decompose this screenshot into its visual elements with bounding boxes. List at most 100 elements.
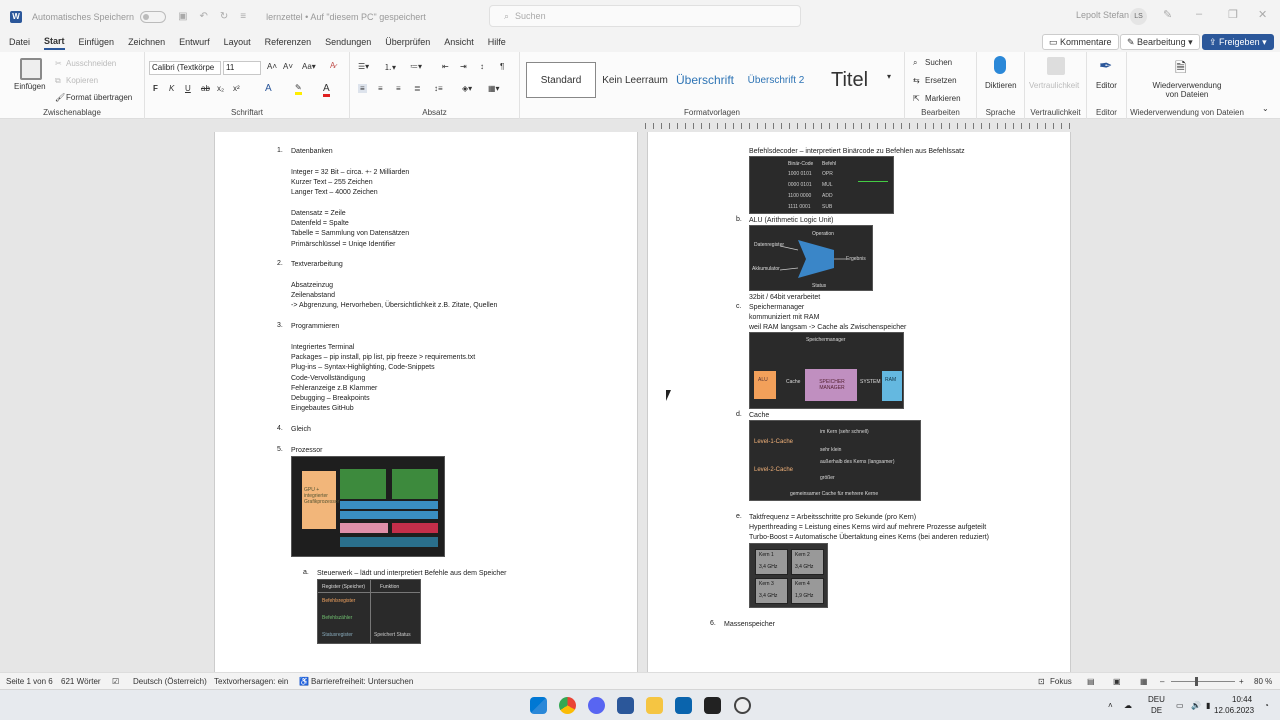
text-effects-icon[interactable]: A <box>265 83 272 94</box>
pen-icon[interactable]: ✎ <box>1163 8 1172 21</box>
style-no-spacing[interactable]: Kein Leerraum <box>600 62 670 98</box>
share-button[interactable]: ⇪ Freigeben ▾ <box>1202 34 1274 50</box>
microphone-icon[interactable] <box>994 56 1006 74</box>
monitor-icon[interactable]: ▭ <box>1176 701 1184 710</box>
avatar[interactable]: LS <box>1130 8 1147 25</box>
steuerwerk-image[interactable]: Register (Speicher) Funktion Befehlsregi… <box>317 579 421 644</box>
chrome-icon[interactable] <box>559 697 576 714</box>
language-code[interactable]: DEU <box>1148 695 1165 704</box>
bold-icon[interactable]: F <box>153 84 158 93</box>
zoom-level[interactable]: 80 % <box>1254 677 1272 686</box>
align-right-icon[interactable]: ≡ <box>396 84 401 93</box>
proofing-icon[interactable]: ☑ <box>112 677 119 686</box>
close-icon[interactable]: ✕ <box>1258 8 1267 21</box>
dictate-button[interactable]: Diktieren <box>985 81 1017 90</box>
superscript-icon[interactable]: x² <box>233 84 240 93</box>
copy-button[interactable]: Kopieren <box>66 76 98 85</box>
sensitivity-button[interactable]: Vertraulichkeit <box>1029 81 1079 90</box>
redo-icon[interactable]: ↻ <box>220 11 228 22</box>
save-icon[interactable]: ▣ <box>178 11 187 22</box>
font-size-select[interactable]: 11 <box>223 61 261 75</box>
cache-image[interactable]: Level-1-Cache Level-2-Cache im Kern (seh… <box>749 420 921 501</box>
reuse-files-button[interactable]: Wiederverwendung von Dateien <box>1149 81 1225 99</box>
clock-date[interactable]: 12.06.2023 <box>1214 706 1254 715</box>
highlight-icon[interactable]: ✎ <box>295 83 302 95</box>
shading-icon[interactable]: ◈▾ <box>462 84 472 93</box>
discord-icon[interactable] <box>588 697 605 714</box>
processor-image[interactable]: GPU + integrierter Grafikprozessor <box>291 456 445 557</box>
search-box[interactable]: ⌕ Suchen <box>489 5 801 27</box>
decrease-indent-icon[interactable]: ⇤ <box>442 62 449 71</box>
pilcrow-icon[interactable]: ¶ <box>500 62 504 71</box>
align-left-icon[interactable]: ≡ <box>358 84 367 93</box>
autosave-toggle[interactable] <box>140 10 167 23</box>
document-title[interactable]: lernzettel • Auf "diesem PC" gespeichert <box>266 12 426 22</box>
multilevel-list-icon[interactable]: ≔▾ <box>410 62 422 71</box>
font-color-icon[interactable]: A <box>323 83 330 97</box>
focus-icon[interactable]: ⊡ <box>1038 677 1045 686</box>
paste-icon[interactable] <box>20 58 42 80</box>
terminal-icon[interactable] <box>704 697 721 714</box>
style-standard[interactable]: Standard <box>526 62 596 98</box>
format-painter-icon[interactable]: 🖌 <box>55 93 65 102</box>
volume-icon[interactable]: 🔊 <box>1191 701 1201 710</box>
tab-hilfe[interactable]: Hilfe <box>488 37 506 49</box>
web-layout-icon[interactable]: ▦ <box>1140 677 1148 686</box>
memory-manager-image[interactable]: Speichermanager ALU Cache SPEICHER MANAG… <box>749 332 904 409</box>
customize-qat-icon[interactable]: ≡ <box>240 11 246 22</box>
user-name[interactable]: Lepolt Stefan <box>1076 10 1129 20</box>
copy-icon[interactable]: ⧉ <box>55 76 61 86</box>
format-painter-button[interactable]: Format übertragen <box>66 93 132 102</box>
comments-button[interactable]: ▭ Kommentare <box>1042 34 1119 50</box>
tab-ansicht[interactable]: Ansicht <box>444 37 474 49</box>
change-case-icon[interactable]: Aa▾ <box>302 62 316 71</box>
style-heading-1[interactable]: Überschrift <box>670 62 740 98</box>
word-taskbar-icon[interactable] <box>617 697 634 714</box>
github-icon[interactable] <box>734 697 751 714</box>
line-spacing-icon[interactable]: ↕≡ <box>434 84 443 93</box>
zoom-slider-thumb[interactable] <box>1195 677 1198 686</box>
cores-image[interactable]: Kern 1 3,4 GHz Kern 2 3,4 GHz Kern 3 3,4… <box>749 543 828 608</box>
font-name-select[interactable]: Calibri (Textkörpe <box>149 61 221 75</box>
document-page-left[interactable]: 1. Datenbanken Integer = 32 Bit – circa.… <box>214 132 638 672</box>
cut-button[interactable]: Ausschneiden <box>66 59 116 68</box>
page-count[interactable]: Seite 1 von 6 <box>6 677 53 686</box>
text-predictions[interactable]: Textvorhersagen: ein <box>214 677 288 686</box>
underline-icon[interactable]: U <box>185 84 191 93</box>
clock-time[interactable]: 10:44 <box>1232 695 1252 704</box>
bullets-icon[interactable]: ☰▾ <box>358 62 369 71</box>
undo-icon[interactable]: ↶ <box>200 11 208 22</box>
grow-font-icon[interactable]: A˄ <box>267 62 277 71</box>
increase-indent-icon[interactable]: ⇥ <box>460 62 467 71</box>
outlook-icon[interactable] <box>675 697 692 714</box>
find-button[interactable]: Suchen <box>925 58 952 67</box>
keyboard-layout[interactable]: DE <box>1151 706 1162 715</box>
read-mode-icon[interactable]: ▤ <box>1087 677 1095 686</box>
document-page-right[interactable]: Befehlsdecoder – interpretiert Binärcode… <box>647 132 1071 672</box>
zoom-out-icon[interactable]: – <box>1160 677 1164 686</box>
strikethrough-icon[interactable]: ab <box>201 84 210 93</box>
tab-ueberpruefen[interactable]: Überprüfen <box>385 37 430 49</box>
cut-icon[interactable]: ✂ <box>55 59 62 68</box>
subscript-icon[interactable]: x₂ <box>217 84 224 93</box>
tab-referenzen[interactable]: Referenzen <box>265 37 312 49</box>
clear-formatting-icon[interactable]: A̷ <box>330 61 335 70</box>
zoom-slider[interactable] <box>1171 681 1235 682</box>
sensitivity-icon[interactable] <box>1047 57 1065 75</box>
tab-layout[interactable]: Layout <box>224 37 251 49</box>
justify-icon[interactable]: ≣ <box>414 84 421 93</box>
tab-entwurf[interactable]: Entwurf <box>179 37 210 49</box>
reuse-files-icon[interactable]: 🗎 <box>1175 57 1186 81</box>
paste-button[interactable]: Einfügen <box>14 82 46 91</box>
minimize-icon[interactable]: – <box>1196 8 1202 20</box>
style-title[interactable]: Titel <box>812 62 887 98</box>
language-status[interactable]: Deutsch (Österreich) <box>133 677 207 686</box>
sort-icon[interactable]: ↕ <box>480 62 484 71</box>
editing-mode-button[interactable]: ✎ Bearbeitung ▾ <box>1120 34 1200 50</box>
editor-icon[interactable]: ✒ <box>1099 56 1112 76</box>
styles-more-icon[interactable]: ▾ <box>887 72 891 81</box>
accessibility-status[interactable]: Barrierefreiheit: Untersuchen <box>311 677 413 686</box>
numbering-icon[interactable]: ⒈▾ <box>384 62 396 73</box>
tab-start[interactable]: Start <box>44 36 65 50</box>
start-icon[interactable] <box>530 697 547 714</box>
